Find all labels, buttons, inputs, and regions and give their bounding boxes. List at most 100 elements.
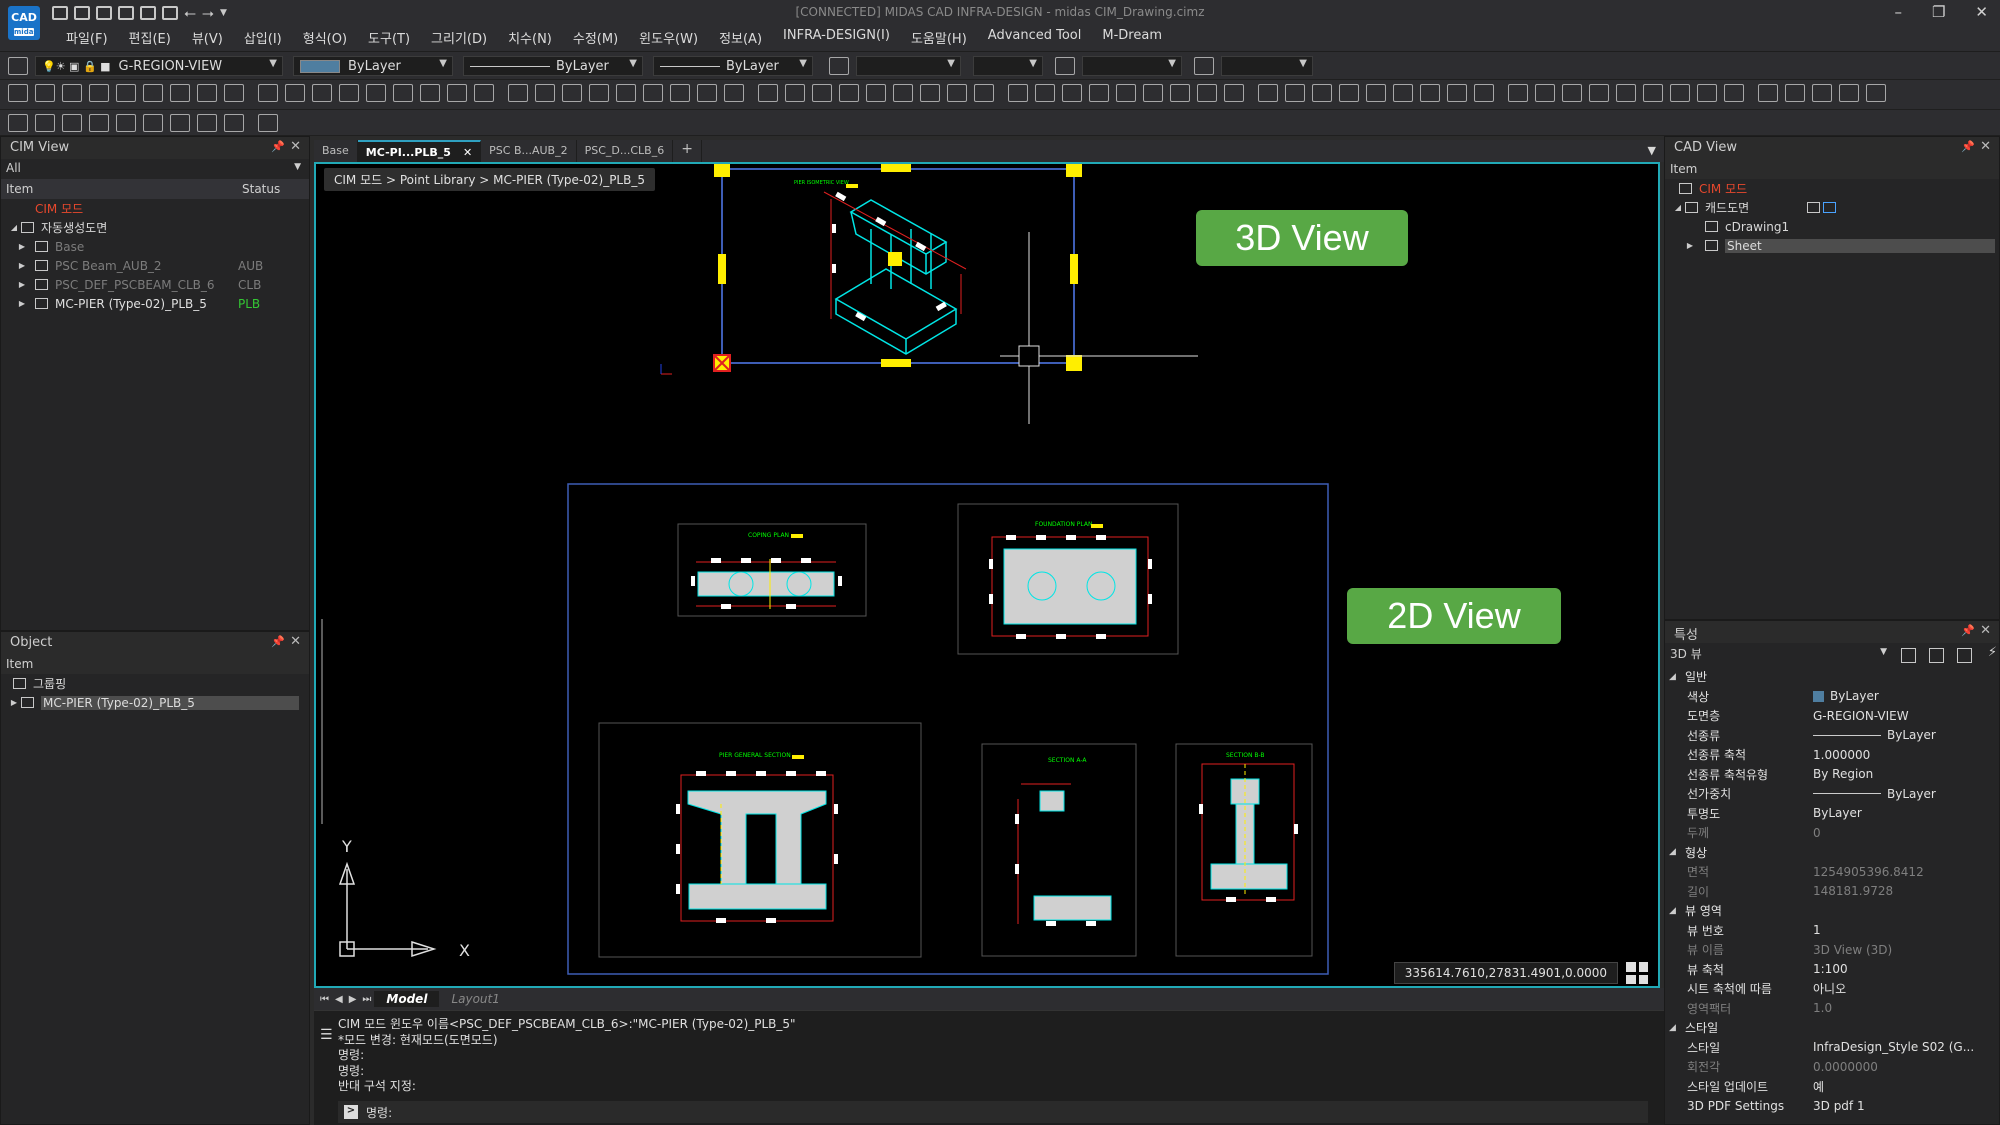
collapse-icon[interactable]: ◢ [1671,203,1685,212]
cad-tree-root[interactable]: CIM 모드 [1665,179,1999,198]
draw-tool-icon[interactable] [474,84,494,102]
draw-tool-icon[interactable] [812,84,832,102]
dim-style-select[interactable]: ▼ [1082,56,1182,76]
draw-tool-icon[interactable] [1474,84,1494,102]
draw-tool-icon[interactable] [8,84,28,102]
collapse-icon[interactable]: ◢ [1669,906,1685,916]
menu-dimension[interactable]: 치수(N) [508,28,552,47]
tab-mc-pier[interactable]: MC-PI...PLB_5 ✕ [357,140,482,162]
close-tab-icon[interactable]: ✕ [463,146,472,159]
cad-tree-child[interactable]: cDrawing1 [1665,217,1999,236]
object-item-selected[interactable]: ▶ MC-PIER (Type-02)_PLB_5 [1,693,309,712]
draw-tool-icon[interactable] [1035,84,1055,102]
draw-tool-icon[interactable] [893,84,913,102]
view-tool-icon[interactable] [89,114,109,132]
expand-icon[interactable]: ▶ [15,242,29,251]
command-menu-icon[interactable]: ☰ [320,1027,333,1043]
close-icon[interactable]: ✕ [1980,623,1991,638]
tab-layout1[interactable]: Layout1 [439,991,511,1007]
draw-tool-icon[interactable] [616,84,636,102]
draw-tool-icon[interactable] [1393,84,1413,102]
draw-tool-icon[interactable] [170,84,190,102]
multileader-style-icon[interactable] [1194,57,1214,75]
property-row[interactable]: 두께 0 [1665,823,1999,843]
draw-tool-icon[interactable] [1143,84,1163,102]
view-tool-icon[interactable] [143,114,163,132]
draw-tool-icon[interactable] [1447,84,1467,102]
draw-tool-icon[interactable] [393,84,413,102]
property-row[interactable]: 스타일 InfraDesign_Style S02 (G... [1665,1038,1999,1058]
pin-icon[interactable]: 📌 [271,140,285,153]
tab-psc-beam[interactable]: PSC B...AUB_2 [481,140,577,162]
draw-tool-icon[interactable] [589,84,609,102]
tree-item[interactable]: ▶ PSC Beam_AUB_2 AUB [1,256,309,275]
last-tab-icon[interactable]: ⏭ [362,994,371,1005]
cad-tree-child-selected[interactable]: ▶ Sheet [1665,236,1999,255]
draw-tool-icon[interactable] [1589,84,1609,102]
draw-tool-icon[interactable] [1508,84,1528,102]
draw-tool-icon[interactable] [643,84,663,102]
draw-tool-icon[interactable] [724,84,744,102]
draw-tool-icon[interactable] [947,84,967,102]
view-tool-icon[interactable] [62,114,82,132]
draw-tool-icon[interactable] [224,84,244,102]
menu-m-dream[interactable]: M-Dream [1102,28,1162,47]
property-row[interactable]: 투명도 ByLayer [1665,804,1999,824]
menu-help[interactable]: 도움말(H) [911,28,967,47]
draw-tool-icon[interactable] [285,84,305,102]
draw-tool-icon[interactable] [535,84,555,102]
draw-tool-icon[interactable] [1839,84,1859,102]
expand-icon[interactable]: ▶ [7,698,21,707]
property-row[interactable]: 선가중치 ByLayer [1665,784,1999,804]
view-tool-icon[interactable] [35,114,55,132]
draw-tool-icon[interactable] [1616,84,1636,102]
draw-tool-icon[interactable] [89,84,109,102]
collapse-icon[interactable]: ◢ [7,223,21,232]
draw-tool-icon[interactable] [1312,84,1332,102]
draw-tool-icon[interactable] [1812,84,1832,102]
view-tool-icon[interactable] [258,114,278,132]
draw-tool-icon[interactable] [197,84,217,102]
property-row[interactable]: 시트 축척에 따름 아니오 [1665,979,1999,999]
menu-advanced-tool[interactable]: Advanced Tool [988,28,1082,47]
tabs-dropdown-icon[interactable]: ▼ [1648,144,1656,157]
layer-manager-icon[interactable] [8,57,28,75]
draw-tool-icon[interactable] [35,84,55,102]
menu-infra-design[interactable]: INFRA-DESIGN(I) [783,28,890,47]
draw-tool-icon[interactable] [1116,84,1136,102]
property-row[interactable]: 면적 1254905396.8412 [1665,862,1999,882]
draw-tool-icon[interactable] [1258,84,1278,102]
prop-section-header[interactable]: ◢ 스타일 [1665,1018,1999,1038]
view-tool-icon[interactable] [197,114,217,132]
expand-icon[interactable]: ▶ [15,280,29,289]
draw-tool-icon[interactable] [62,84,82,102]
tree-item[interactable]: ▶ MC-PIER (Type-02)_PLB_5 PLB [1,294,309,313]
draw-tool-icon[interactable] [339,84,359,102]
prev-tab-icon[interactable]: ◀ [335,994,343,1005]
pin-icon[interactable]: 📌 [1961,624,1975,637]
linetype-select[interactable]: ByLayer ▼ [463,56,643,76]
menu-window[interactable]: 윈도우(W) [639,28,698,47]
menu-edit[interactable]: 편집(E) [129,28,171,47]
layout-icon-a[interactable] [1807,202,1820,213]
expand-icon[interactable]: ▶ [15,261,29,270]
draw-tool-icon[interactable] [508,84,528,102]
tab-base[interactable]: Base [314,140,358,162]
pin-icon[interactable]: 📌 [271,635,285,648]
properties-object-select[interactable]: 3D 뷰 ▼ ⚡ [1665,643,1999,667]
prop-section-header[interactable]: ◢ 뷰 영역 [1665,901,1999,921]
draw-tool-icon[interactable] [1366,84,1386,102]
tree-item[interactable]: ▶ PSC_DEF_PSCBEAM_CLB_6 CLB [1,275,309,294]
draw-tool-icon[interactable] [670,84,690,102]
cim-filter-select[interactable]: All ▼ [1,159,309,179]
text-height-select[interactable]: ▼ [973,56,1043,76]
property-row[interactable]: 선종류 축척유형 By Region [1665,765,1999,785]
draw-tool-icon[interactable] [1224,84,1244,102]
menu-view[interactable]: 뷰(V) [192,28,223,47]
toggle-pickadd-icon[interactable] [1901,648,1916,663]
cad-tree-drawing[interactable]: ◢ 캐드도면 [1665,198,1999,217]
property-row[interactable]: 색상 ByLayer [1665,687,1999,707]
grouping-item[interactable]: 그룹핑 [1,674,309,693]
draw-tool-icon[interactable] [866,84,886,102]
prop-section-header[interactable]: ◢ 일반 [1665,667,1999,687]
